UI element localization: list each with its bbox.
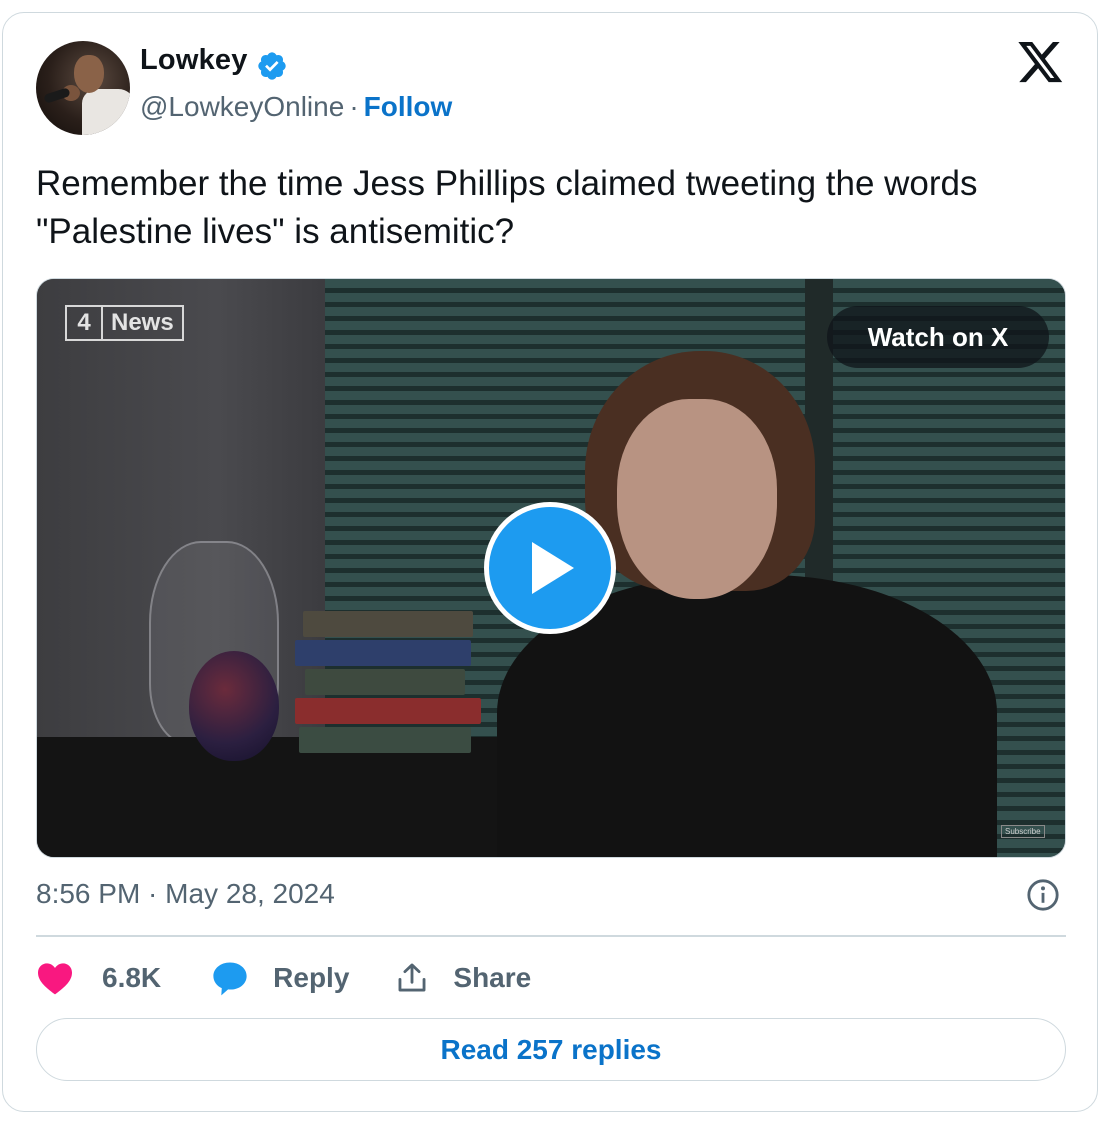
play-icon: [532, 542, 574, 594]
author-name[interactable]: Lowkey: [140, 44, 248, 77]
share-label: Share: [453, 962, 532, 993]
video-ornament: [189, 651, 279, 761]
share-upload-icon: [398, 963, 426, 992]
info-icon[interactable]: [1026, 878, 1060, 912]
channel-logo-number: 4: [67, 307, 103, 339]
video-person-face: [617, 399, 777, 599]
author-handle[interactable]: @LowkeyOnline: [140, 91, 344, 122]
book: [295, 698, 481, 724]
channel-4-news-logo: 4 News: [65, 305, 184, 341]
tweet-timestamp[interactable]: 8:56 PM · May 28, 2024: [36, 878, 335, 910]
avatar[interactable]: [36, 41, 130, 135]
book: [303, 611, 473, 637]
reply-label: Reply: [273, 962, 350, 993]
reply-button[interactable]: Reply: [211, 959, 349, 997]
follow-button[interactable]: Follow: [364, 91, 453, 122]
avatar-microphone: [43, 87, 71, 104]
book: [299, 727, 471, 753]
subscribe-badge: Subscribe: [1001, 825, 1045, 838]
author-handle-row: @LowkeyOnline · Follow: [140, 91, 452, 123]
book: [305, 669, 465, 695]
video-book-stack: [295, 611, 481, 756]
tweet-text: Remember the time Jess Phillips claimed …: [36, 164, 978, 251]
heart-icon: [38, 963, 72, 995]
video-player[interactable]: 4 News Watch on X Subscribe: [36, 278, 1066, 858]
channel-logo-text: News: [111, 309, 174, 336]
avatar-shirt: [82, 89, 130, 135]
like-count: 6.8K: [102, 962, 162, 993]
avatar-face: [74, 55, 104, 93]
speech-bubble-icon: [213, 962, 247, 996]
x-logo-icon[interactable]: [1018, 42, 1064, 84]
divider: [36, 935, 1066, 937]
verified-badge-icon: [258, 52, 286, 80]
share-button[interactable]: Share: [395, 961, 531, 995]
read-replies-button[interactable]: Read 257 replies: [36, 1018, 1066, 1081]
separator-dot: ·: [349, 91, 359, 122]
watch-on-x-button[interactable]: Watch on X: [827, 306, 1049, 368]
like-button[interactable]: 6.8K: [36, 961, 161, 995]
play-button[interactable]: [484, 502, 616, 634]
book: [295, 640, 471, 666]
action-bar: 6.8K Reply Share: [36, 954, 531, 1002]
